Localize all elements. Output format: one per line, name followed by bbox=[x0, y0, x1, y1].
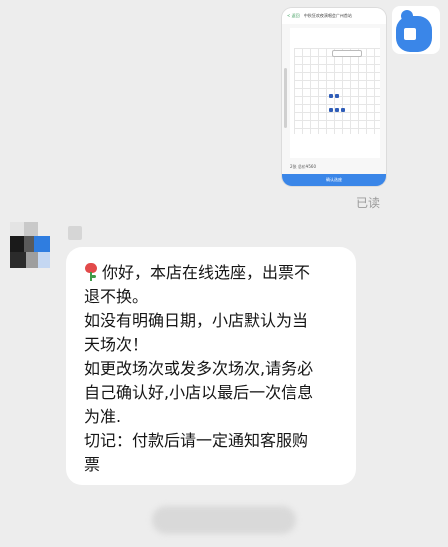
blurred-timestamp bbox=[152, 506, 296, 534]
preview-back: < 返回 bbox=[287, 13, 300, 18]
stage-marker bbox=[332, 50, 362, 57]
message-line: 为准. bbox=[84, 407, 122, 426]
avatar-pixel bbox=[24, 222, 38, 236]
preview-title: 中秋狂欢夜演唱会广州首站 bbox=[303, 13, 352, 18]
rose-icon bbox=[84, 263, 98, 281]
seat-grid bbox=[294, 48, 380, 134]
avatar-pixel bbox=[10, 222, 24, 236]
avatar-pixel bbox=[24, 236, 34, 252]
image-message-seat-map[interactable]: < 返回 中秋狂欢夜演唱会广州首站 2张 总价¥560 确认选座 bbox=[282, 8, 386, 186]
preview-confirm-bar: 确认选座 bbox=[282, 174, 386, 186]
message-line: 如没有明确日期，小店默认为当 bbox=[84, 311, 309, 330]
avatar-pixel bbox=[10, 252, 26, 268]
message-bubble[interactable]: 你好，本店在线选座，出票不 退不换。 如没有明确日期，小店默认为当 天场次！ 如… bbox=[66, 247, 356, 485]
message-line: 退不换。 bbox=[84, 287, 149, 306]
message-line: 自己确认好,小店以最后一次信息 bbox=[84, 383, 314, 402]
message-line-1: 你好，本店在线选座，出票不 bbox=[84, 261, 340, 285]
seat-block bbox=[329, 108, 333, 112]
message-text: 你好，本店在线选座，出票不 bbox=[102, 263, 311, 282]
contact-avatar[interactable] bbox=[10, 222, 50, 268]
message-line: 切记：付款后请一定通知客服购 bbox=[84, 431, 309, 450]
message-line: 票 bbox=[84, 455, 101, 474]
avatar-pixel bbox=[10, 236, 24, 252]
seat-block bbox=[335, 108, 339, 112]
avatar-pixel bbox=[26, 252, 38, 268]
message-line: 如更改场次或发多次场次,请务必 bbox=[84, 359, 314, 378]
my-avatar[interactable] bbox=[392, 6, 440, 54]
avatar-cutout bbox=[404, 28, 416, 40]
seat-block bbox=[335, 94, 339, 98]
read-status: 已读 bbox=[356, 196, 381, 210]
preview-order-info: 2张 总价¥560 bbox=[290, 164, 316, 169]
avatar-pixel bbox=[38, 252, 50, 268]
seat-block bbox=[341, 108, 345, 112]
message-line: 天场次！ bbox=[84, 335, 149, 354]
preview-header: < 返回 中秋狂欢夜演唱会广州首站 bbox=[282, 8, 386, 24]
avatar-pixel bbox=[34, 236, 50, 252]
seat-block bbox=[329, 94, 333, 98]
blurred-nickname bbox=[68, 226, 82, 240]
scroll-track bbox=[284, 68, 287, 128]
